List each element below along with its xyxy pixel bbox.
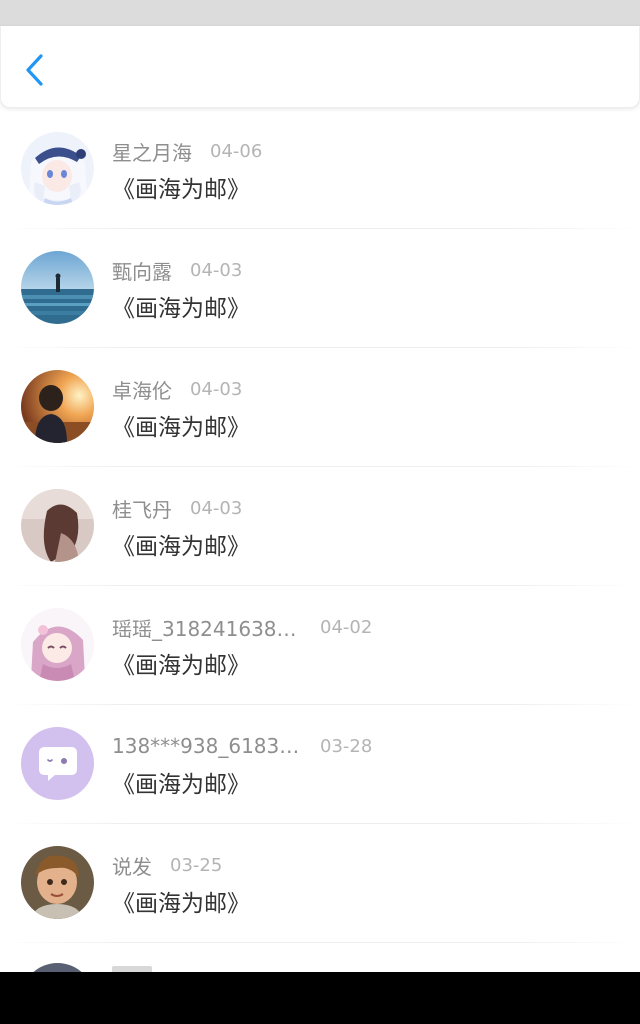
top-nav-bar (0, 26, 640, 108)
list-item[interactable]: 星之月海 04-06 《画海为邮》 (0, 110, 640, 229)
list-item[interactable]: 138***938_618349... 03-28 《画海为邮》 (0, 705, 640, 824)
sender-name[interactable]: 说发 (112, 851, 152, 880)
message-title: 《画海为邮》 (112, 891, 250, 917)
avatar[interactable] (21, 132, 94, 205)
sender-name[interactable]: 桂飞丹 (112, 494, 172, 523)
message-title: 《画海为邮》 (112, 534, 250, 560)
message-meta: 桂飞丹 04-03 (112, 493, 242, 523)
message-date: 04-03 (190, 497, 243, 519)
list-item[interactable]: 桂飞丹 04-03 《画海为邮》 (0, 467, 640, 586)
anime-girl-pink-hair-avatar-icon (21, 608, 94, 681)
back-button[interactable] (15, 50, 55, 90)
list-item[interactable]: 卓海伦 04-03 《画海为邮》 (0, 348, 640, 467)
message-meta: 瑶瑶_3182416386... 04-02 (112, 612, 372, 642)
child-photo-avatar-icon (21, 846, 94, 919)
message-meta: 说发 03-25 (112, 850, 222, 880)
boy-sunset-avatar-icon (21, 370, 94, 443)
default-chat-bubble-avatar-icon (21, 727, 94, 800)
message-list: 星之月海 04-06 《画海为邮》 甄向露 04-03 《画海为邮》 卓海伦 0… (0, 110, 640, 943)
avatar[interactable] (21, 846, 94, 919)
message-title: 《画海为邮》 (112, 177, 250, 203)
chevron-left-icon (26, 54, 43, 86)
message-date: 03-25 (170, 854, 223, 876)
message-date: 04-02 (320, 616, 373, 638)
message-meta: 甄向露 04-03 (112, 255, 242, 285)
message-date: 04-06 (210, 140, 263, 162)
avatar[interactable] (21, 251, 94, 324)
avatar[interactable] (21, 489, 94, 562)
status-bar (0, 0, 640, 26)
sender-name[interactable]: 卓海伦 (112, 375, 172, 404)
message-meta: 星之月海 04-06 (112, 136, 262, 166)
sender-name[interactable]: 138***938_618349... (112, 734, 302, 758)
person-at-sea-avatar-icon (21, 251, 94, 324)
avatar[interactable] (21, 727, 94, 800)
system-navigation-bar (0, 972, 640, 1024)
list-item[interactable]: 说发 03-25 《画海为邮》 (0, 824, 640, 943)
message-title: 《画海为邮》 (112, 772, 250, 798)
sender-name[interactable]: 甄向露 (112, 256, 172, 285)
message-title: 《画海为邮》 (112, 296, 250, 322)
message-date: 03-28 (320, 735, 373, 757)
message-date: 04-03 (190, 259, 243, 281)
anime-girl-white-hair-avatar-icon (21, 132, 94, 205)
list-item[interactable]: 甄向露 04-03 《画海为邮》 (0, 229, 640, 348)
woman-looking-up-avatar-icon (21, 489, 94, 562)
sender-name[interactable]: 瑶瑶_3182416386... (112, 613, 302, 642)
message-title: 《画海为邮》 (112, 415, 250, 441)
avatar[interactable] (21, 608, 94, 681)
message-meta: 卓海伦 04-03 (112, 374, 242, 404)
list-item[interactable]: 瑶瑶_3182416386... 04-02 《画海为邮》 (0, 586, 640, 705)
message-title: 《画海为邮》 (112, 653, 250, 679)
message-date: 04-03 (190, 378, 243, 400)
sender-name[interactable]: 星之月海 (112, 137, 192, 166)
avatar[interactable] (21, 370, 94, 443)
message-meta: 138***938_618349... 03-28 (112, 731, 372, 761)
